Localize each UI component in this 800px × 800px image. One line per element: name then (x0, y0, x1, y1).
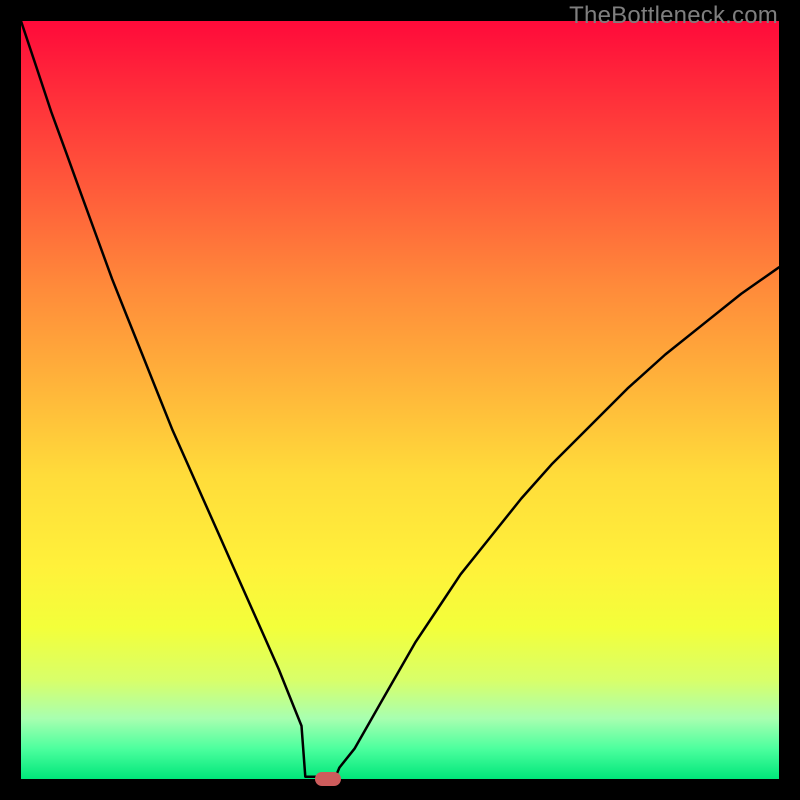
chart-frame: TheBottleneck.com (0, 0, 800, 800)
bottleneck-curve (21, 21, 779, 779)
watermark-text: TheBottleneck.com (569, 2, 778, 30)
optimum-marker (315, 772, 341, 786)
plot-area (21, 21, 779, 779)
